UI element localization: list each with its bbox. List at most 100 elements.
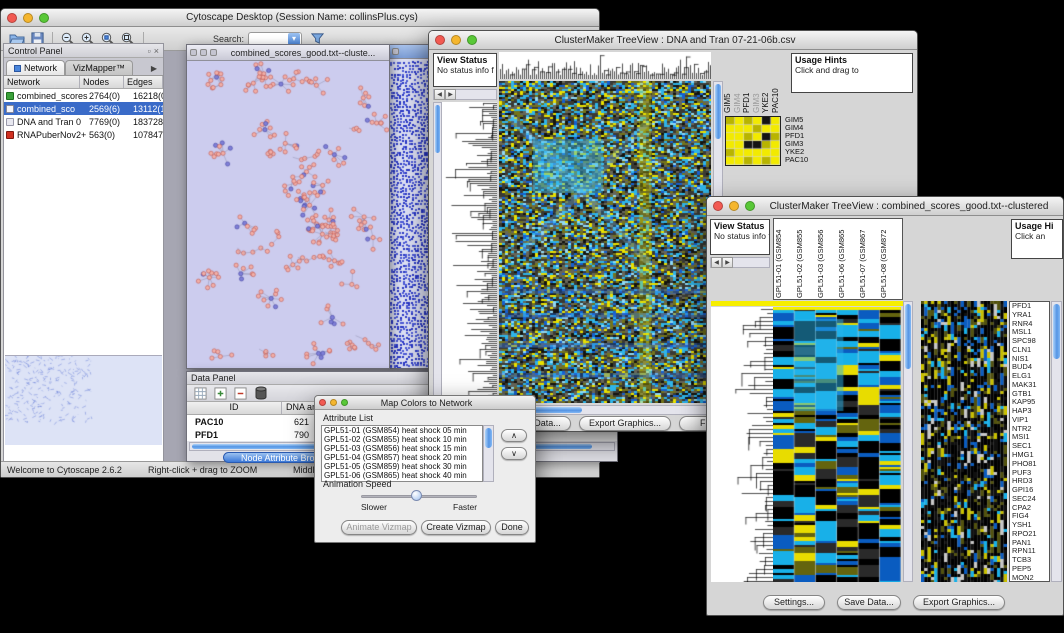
gene-label[interactable]: RNR4 (1012, 320, 1049, 329)
gene-label[interactable]: PAC10 (785, 156, 825, 164)
scrollbar-thumb[interactable] (485, 428, 492, 448)
scroll-left-icon[interactable]: ◀ (711, 257, 722, 268)
gene-label[interactable]: HAP3 (1012, 407, 1049, 416)
create-vizmap-button[interactable]: Create Vizmap (421, 520, 491, 535)
minimize-button[interactable] (23, 13, 33, 23)
network-row-dna-tran[interactable]: DNA and Tran 0 7769(0) 183728(0) (4, 115, 163, 128)
zoom-button[interactable] (341, 399, 348, 406)
gene-dendrogram[interactable] (711, 307, 773, 582)
gene-label[interactable]: RPO21 (1012, 530, 1049, 539)
gene-label[interactable]: GPI16 (1012, 486, 1049, 495)
gene-label[interactable]: MON2 (1012, 574, 1049, 582)
birdseye-view[interactable] (5, 355, 162, 445)
column-header-id[interactable]: ID (187, 402, 282, 414)
network-canvas-2[interactable] (389, 59, 432, 368)
treeview-dna-titlebar[interactable]: ClusterMaker TreeView : DNA and Tran 07-… (429, 31, 917, 50)
mini-heatmap[interactable] (725, 116, 781, 166)
map-colors-titlebar[interactable]: Map Colors to Network (315, 396, 535, 410)
array-label[interactable]: GPL51-02 (GSM855 (796, 220, 817, 298)
scroll-left-icon[interactable]: ◀ (434, 89, 445, 100)
move-up-button[interactable]: ∧ (501, 429, 527, 442)
gene-label[interactable]: MSL1 (1012, 328, 1049, 337)
gene-label[interactable]: GTB1 (1012, 390, 1049, 399)
gene-label[interactable]: NTR2 (1012, 425, 1049, 434)
close-button[interactable] (319, 399, 326, 406)
save-data-button[interactable]: Save Data... (837, 595, 901, 610)
array-label[interactable]: GIM3 (752, 53, 762, 113)
heatmap[interactable] (773, 307, 901, 582)
network-row-combined-scores[interactable]: combined_scores 2764(0) 16218(0) (4, 89, 163, 102)
settings-button[interactable]: Settings... (763, 595, 825, 610)
close-button[interactable] (7, 13, 17, 23)
minimize-button[interactable] (330, 399, 337, 406)
close-button[interactable] (713, 201, 723, 211)
scroll-right-icon[interactable]: ▶ (445, 89, 456, 100)
array-label[interactable]: GPL51-06 (GSM865 (838, 220, 859, 298)
create-attribute-icon[interactable] (213, 386, 228, 401)
gene-label[interactable]: YSH1 (1012, 521, 1049, 530)
cytoscape-titlebar[interactable]: Cytoscape Desktop (Session Name: collins… (1, 9, 599, 27)
scrollbar-thumb[interactable] (435, 105, 440, 153)
gene-label[interactable]: VIP1 (1012, 416, 1049, 425)
column-header-nodes[interactable]: Nodes (80, 76, 124, 88)
done-button[interactable]: Done (495, 520, 529, 535)
scrollbar-thumb[interactable] (1053, 304, 1060, 359)
gene-label[interactable]: HRD3 (1012, 477, 1049, 486)
gene-label[interactable]: BUD4 (1012, 363, 1049, 372)
network-row-combined-sco-selected[interactable]: combined_sco 2569(6) 13112(15) (4, 102, 163, 115)
tab-vizmapper[interactable]: VizMapper™ (65, 60, 133, 75)
dendrogram-vscrollbar[interactable] (433, 102, 442, 403)
global-heatmap[interactable] (921, 301, 1007, 582)
array-label[interactable]: GIM4 (733, 53, 743, 113)
array-label[interactable]: GPL51-03 (GSM856 (817, 220, 838, 298)
gene-dendrogram[interactable] (442, 102, 497, 403)
gene-label[interactable]: HMG1 (1012, 451, 1049, 460)
attribute-item[interactable]: GPL51-02 (GSM855) heat shock 10 min (322, 435, 482, 444)
zoom-button[interactable] (745, 201, 755, 211)
array-label[interactable]: GPL51-07 (GSM867 (859, 220, 880, 298)
gene-label[interactable]: SEC1 (1012, 442, 1049, 451)
array-label[interactable]: PFD1 (742, 53, 752, 113)
gene-label[interactable]: PHO81 (1012, 460, 1049, 469)
slider-thumb[interactable] (411, 490, 422, 501)
gene-label[interactable]: MSI1 (1012, 433, 1049, 442)
gene-label[interactable]: YRA1 (1012, 311, 1049, 320)
gene-label[interactable]: KAP95 (1012, 398, 1049, 407)
move-down-button[interactable]: ∨ (501, 447, 527, 460)
network-row-rnapuber[interactable]: RNAPuberNov2+ 563(0) 107847(0) (4, 128, 163, 141)
heatmap-vscrollbar[interactable] (903, 301, 913, 582)
array-dendrogram[interactable] (499, 52, 711, 79)
gene-label[interactable]: PEP5 (1012, 565, 1049, 574)
scrollbar-thumb[interactable] (715, 84, 721, 139)
attribute-list[interactable]: GPL51-01 (GSM854) heat shock 05 minGPL51… (321, 425, 483, 482)
network-view-2-titlebar[interactable] (389, 45, 432, 59)
view-status-hscrollbar[interactable]: ◀ ▶ (433, 89, 497, 100)
close-panel-icon[interactable]: × (154, 46, 159, 56)
heatmap[interactable] (499, 81, 711, 403)
scroll-right-icon[interactable]: ▶ (722, 257, 733, 268)
export-graphics-button[interactable]: Export Graphics... (579, 416, 671, 431)
gene-label[interactable]: RPN11 (1012, 547, 1049, 556)
minimize-icon[interactable] (200, 49, 207, 56)
tab-network[interactable]: Network (6, 60, 65, 75)
close-icon[interactable] (392, 48, 399, 55)
view-status-hscrollbar[interactable]: ◀ ▶ (710, 257, 770, 268)
gene-label[interactable]: PAN1 (1012, 539, 1049, 548)
maximize-icon[interactable] (210, 49, 217, 56)
array-label[interactable]: GPL51-01 (GSM854 (775, 220, 796, 298)
array-label[interactable]: GIM5 (723, 53, 733, 113)
treeview-combined-titlebar[interactable]: ClusterMaker TreeView : combined_scores_… (707, 197, 1063, 216)
gene-list-vscrollbar[interactable] (1051, 301, 1062, 582)
float-panel-icon[interactable]: ▫ (148, 46, 151, 56)
tab-overflow-button[interactable]: ▶ (151, 64, 161, 75)
gene-label[interactable]: PFD1 (1012, 302, 1049, 311)
array-label[interactable]: YKE2 (761, 53, 771, 113)
minimize-button[interactable] (729, 201, 739, 211)
column-header-edges[interactable]: Edges (124, 76, 163, 88)
attribute-item[interactable]: GPL51-03 (GSM856) heat shock 15 min (322, 444, 482, 453)
gene-label[interactable]: PUF3 (1012, 469, 1049, 478)
attribute-item[interactable]: GPL51-04 (GSM857) heat shock 20 min (322, 453, 482, 462)
gene-label[interactable]: SPC98 (1012, 337, 1049, 346)
select-attributes-icon[interactable] (193, 386, 208, 401)
delete-attribute-icon[interactable] (233, 386, 248, 401)
